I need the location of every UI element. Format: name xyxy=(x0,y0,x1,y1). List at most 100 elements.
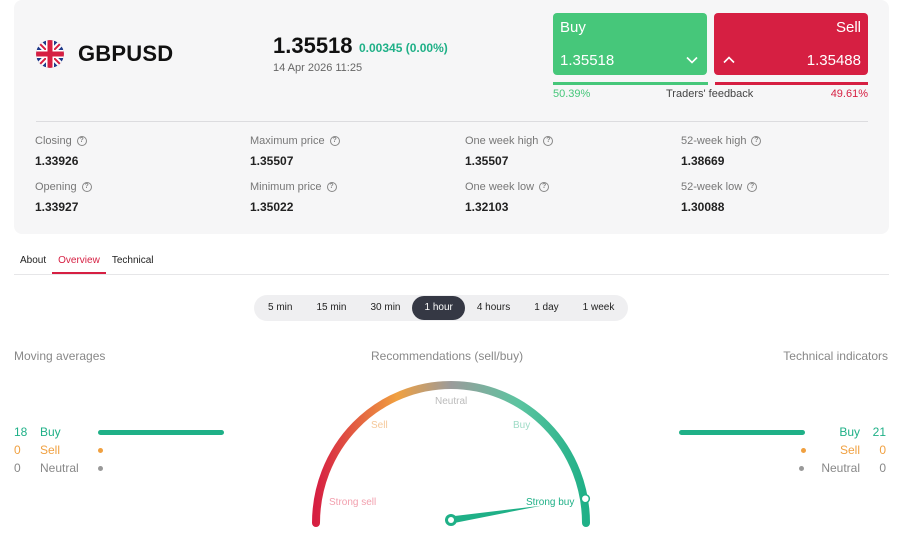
ti-buy-count: 21 xyxy=(872,425,886,439)
timeframe-1hour[interactable]: 1 hour xyxy=(412,296,465,320)
buy-button[interactable]: Buy 1.35518 xyxy=(553,13,707,75)
ti-buy-bar xyxy=(679,429,806,435)
info-icon[interactable]: ? xyxy=(76,136,87,146)
ma-neutral-dot xyxy=(98,465,103,471)
ti-sell-dot xyxy=(800,447,806,453)
ti-neutral-label: Neutral xyxy=(821,461,860,475)
stat-value: 1.35022 xyxy=(250,200,294,214)
buy-button-price: 1.35518 xyxy=(560,52,615,69)
info-icon[interactable]: ? xyxy=(539,182,550,192)
feedback-label: Traders' feedback xyxy=(666,88,754,100)
sell-button[interactable]: Sell 1.35488 xyxy=(714,13,868,75)
ma-buy-bar xyxy=(98,429,224,435)
timeframe-1week[interactable]: 1 week xyxy=(571,296,627,320)
ma-buy-label: Buy xyxy=(40,425,61,439)
stat-label: One week high xyxy=(465,135,539,147)
ti-buy-label: Buy xyxy=(839,425,860,439)
stat-value: 1.33926 xyxy=(35,154,79,168)
info-icon[interactable]: ? xyxy=(326,182,337,192)
gauge-label-neutral: Neutral xyxy=(435,396,467,407)
tab-about[interactable]: About xyxy=(14,254,52,274)
ma-buy-count: 18 xyxy=(14,425,28,439)
section-tabs: About Overview Technical xyxy=(14,254,889,275)
stat-minimum-price: Minimum price? 1.35022 xyxy=(250,181,337,214)
feedback-sell-bar xyxy=(715,82,868,85)
ti-row-sell: Sell 0 xyxy=(800,443,886,457)
ma-neutral-label: Neutral xyxy=(40,461,79,475)
stat-label: Closing xyxy=(35,135,72,147)
timeframe-1day[interactable]: 1 day xyxy=(522,296,570,320)
gauge-label-sell: Sell xyxy=(371,420,388,431)
sell-button-label: Sell xyxy=(835,19,861,36)
feedback-sell-percent: 49.61% xyxy=(830,88,868,100)
stat-value: 1.33927 xyxy=(35,200,79,214)
stat-value: 1.30088 xyxy=(681,200,725,214)
chevron-down-icon xyxy=(686,56,698,64)
stat-label: 52-week high xyxy=(681,135,747,147)
gauge-label-strong-buy: Strong buy xyxy=(526,497,574,508)
ti-neutral-dot xyxy=(799,465,805,471)
tab-overview[interactable]: Overview xyxy=(52,254,106,274)
ti-row-neutral: Neutral 0 xyxy=(799,461,886,475)
ti-sell-label: Sell xyxy=(839,443,860,457)
price-timestamp: 14 Apr 2026 11:25 xyxy=(273,62,363,74)
instrument-header: GBPUSD xyxy=(36,40,173,68)
divider xyxy=(36,121,868,122)
ma-sell-label: Sell xyxy=(40,443,61,457)
stat-maximum-price: Maximum price? 1.35507 xyxy=(250,135,340,168)
gauge-label-buy: Buy xyxy=(513,420,530,431)
recommendation-gauge: Strong sell Sell Neutral Buy Strong buy xyxy=(312,381,591,527)
info-icon[interactable]: ? xyxy=(329,136,340,146)
stat-opening: Opening? 1.33927 xyxy=(35,181,92,214)
ti-neutral-count: 0 xyxy=(879,461,886,475)
moving-averages-title: Moving averages xyxy=(14,349,106,363)
stat-label: Minimum price xyxy=(250,181,322,193)
timeframe-5min[interactable]: 5 min xyxy=(256,296,304,320)
ma-row-sell: 0 Sell xyxy=(14,443,103,457)
ti-row-buy: Buy 21 xyxy=(679,425,886,439)
chevron-up-icon xyxy=(723,56,735,64)
stat-label: Maximum price xyxy=(250,135,325,147)
price-change: 0.00345 (0.00%) xyxy=(359,41,448,55)
timeframe-selector: 5 min 15 min 30 min 1 hour 4 hours 1 day… xyxy=(254,295,629,321)
stat-value: 1.35507 xyxy=(465,154,509,168)
sell-button-price: 1.35488 xyxy=(806,52,861,69)
recommendations-title: Recommendations (sell/buy) xyxy=(371,349,524,363)
info-icon[interactable]: ? xyxy=(747,182,758,192)
current-price: 1.35518 xyxy=(273,33,353,58)
ma-sell-dot xyxy=(98,447,103,453)
uk-flag-icon xyxy=(36,40,64,68)
technical-indicators-title: Technical indicators xyxy=(783,349,888,363)
ma-row-neutral: 0 Neutral xyxy=(14,461,103,475)
stat-label: One week low xyxy=(465,181,535,193)
timeframe-30min[interactable]: 30 min xyxy=(358,296,412,320)
info-icon[interactable]: ? xyxy=(751,136,762,146)
stat-label: Opening xyxy=(35,181,77,193)
gauge-needle xyxy=(450,505,542,524)
feedback-buy-bar xyxy=(553,82,708,85)
stat-label: 52-week low xyxy=(681,181,743,193)
stat-value: 1.32103 xyxy=(465,200,509,214)
gauge-label-strong-sell: Strong sell xyxy=(329,497,376,508)
stat-one-week-low: One week low? 1.32103 xyxy=(465,181,550,214)
info-icon[interactable]: ? xyxy=(81,182,92,192)
stat-closing: Closing? 1.33926 xyxy=(35,135,87,168)
ma-sell-count: 0 xyxy=(14,443,21,457)
gauge-needle-hub-center xyxy=(448,517,454,523)
tab-technical[interactable]: Technical xyxy=(106,254,160,274)
stat-value: 1.35507 xyxy=(250,154,294,168)
stat-52-week-low: 52-week low? 1.30088 xyxy=(681,181,758,214)
feedback-buy-percent: 50.39% xyxy=(553,88,591,100)
buy-button-label: Buy xyxy=(560,19,586,36)
ma-row-buy: 18 Buy xyxy=(14,425,224,439)
stat-52-week-high: 52-week high? 1.38669 xyxy=(681,135,762,168)
timeframe-15min[interactable]: 15 min xyxy=(304,296,358,320)
ti-sell-count: 0 xyxy=(879,443,886,457)
timeframe-4hours[interactable]: 4 hours xyxy=(465,296,522,320)
gauge-marker xyxy=(580,493,591,504)
info-icon[interactable]: ? xyxy=(543,136,554,146)
ma-neutral-count: 0 xyxy=(14,461,21,475)
stat-value: 1.38669 xyxy=(681,154,725,168)
stat-one-week-high: One week high? 1.35507 xyxy=(465,135,554,168)
instrument-symbol: GBPUSD xyxy=(78,41,174,66)
